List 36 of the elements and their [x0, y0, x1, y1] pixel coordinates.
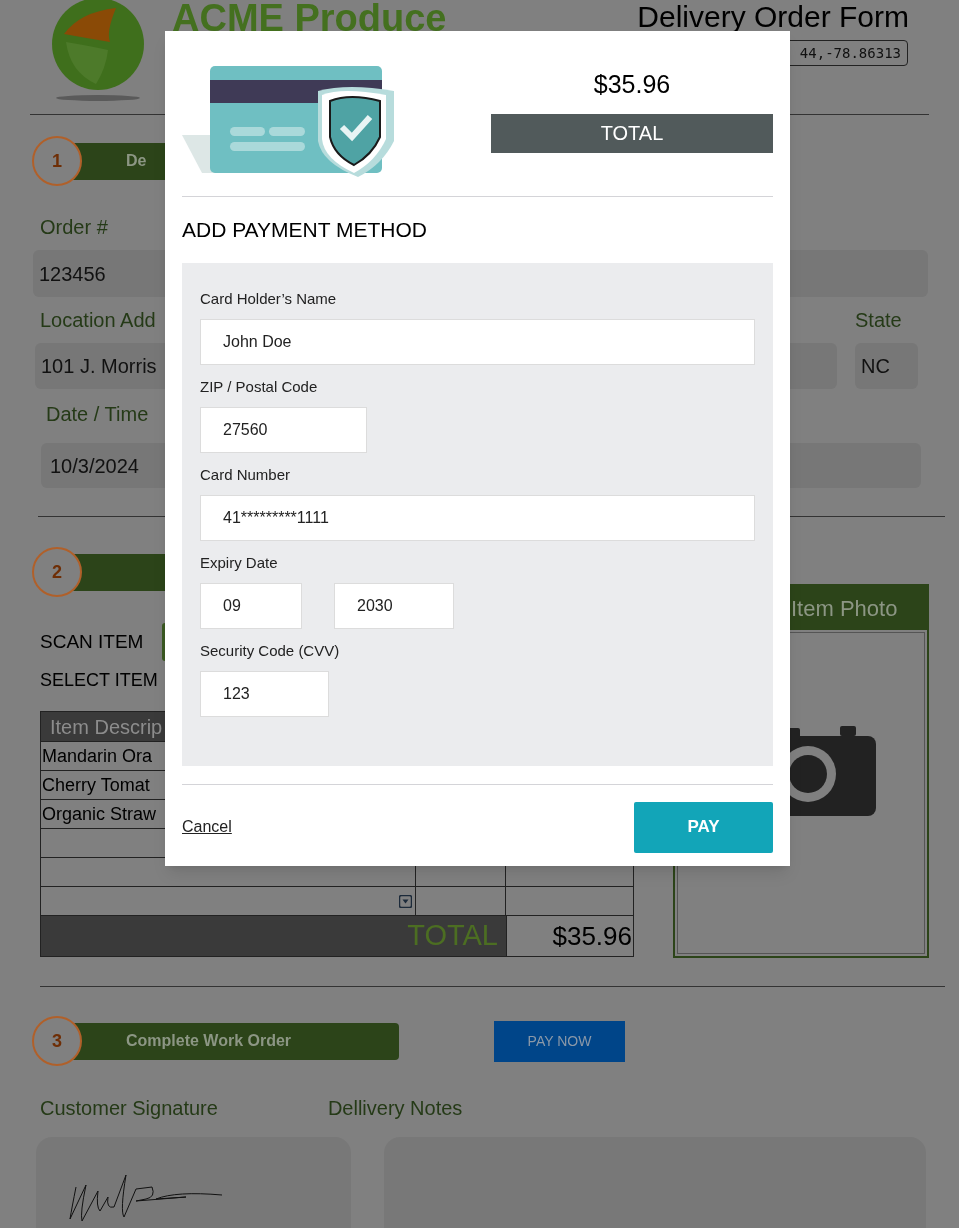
- field-label: Card Number: [200, 465, 292, 484]
- table-cell-text: Cherry Tomat: [41, 773, 150, 797]
- input-field[interactable]: 09: [200, 582, 302, 629]
- field-label: Card Holder’s Name: [200, 289, 338, 308]
- field-label: Expiry Date: [200, 553, 279, 572]
- brand-name: ACME Produce: [172, 0, 447, 41]
- field-label: Security Code (CVV): [200, 641, 341, 660]
- signature-pad[interactable]: [36, 1137, 351, 1228]
- field-label: Customer Signature: [40, 1096, 218, 1121]
- input-field[interactable]: John Doe: [200, 318, 755, 365]
- total-label: TOTAL: [491, 113, 773, 153]
- field-label: State: [855, 308, 902, 333]
- field-label: Dellivery Notes: [327, 1096, 463, 1121]
- field-label: Order #: [40, 215, 108, 240]
- input-field[interactable]: NC: [855, 343, 918, 389]
- logo-icon: [50, 0, 146, 102]
- input-field[interactable]: 2030: [334, 582, 454, 629]
- section-label: SCAN ITEM: [40, 629, 145, 654]
- field-label: Location Add: [40, 308, 156, 333]
- total-amount: $35.96: [592, 69, 672, 100]
- input-field[interactable]: 41*********1111: [200, 494, 755, 541]
- step-number: 1: [32, 136, 82, 186]
- dialog-heading: ADD PAYMENT METHOD: [182, 217, 429, 243]
- table-cell-text: Mandarin Ora: [41, 744, 153, 768]
- cancel-link[interactable]: Cancel: [182, 815, 232, 839]
- section-label: SELECT ITEM: [40, 669, 158, 692]
- input-field[interactable]: 123: [200, 670, 329, 717]
- form-title: Delivery Order Form: [637, 2, 909, 32]
- step-number: 2: [32, 547, 82, 597]
- total-amount: $35.96: [506, 916, 633, 956]
- dropdown-icon[interactable]: [399, 894, 412, 908]
- step-number: 3: [32, 1016, 82, 1066]
- field-label: Date / Time: [46, 402, 149, 427]
- table-cell-text: Organic Straw: [41, 802, 157, 826]
- field-label: ZIP / Postal Code: [200, 377, 319, 396]
- input-field[interactable]: 27560: [200, 406, 367, 453]
